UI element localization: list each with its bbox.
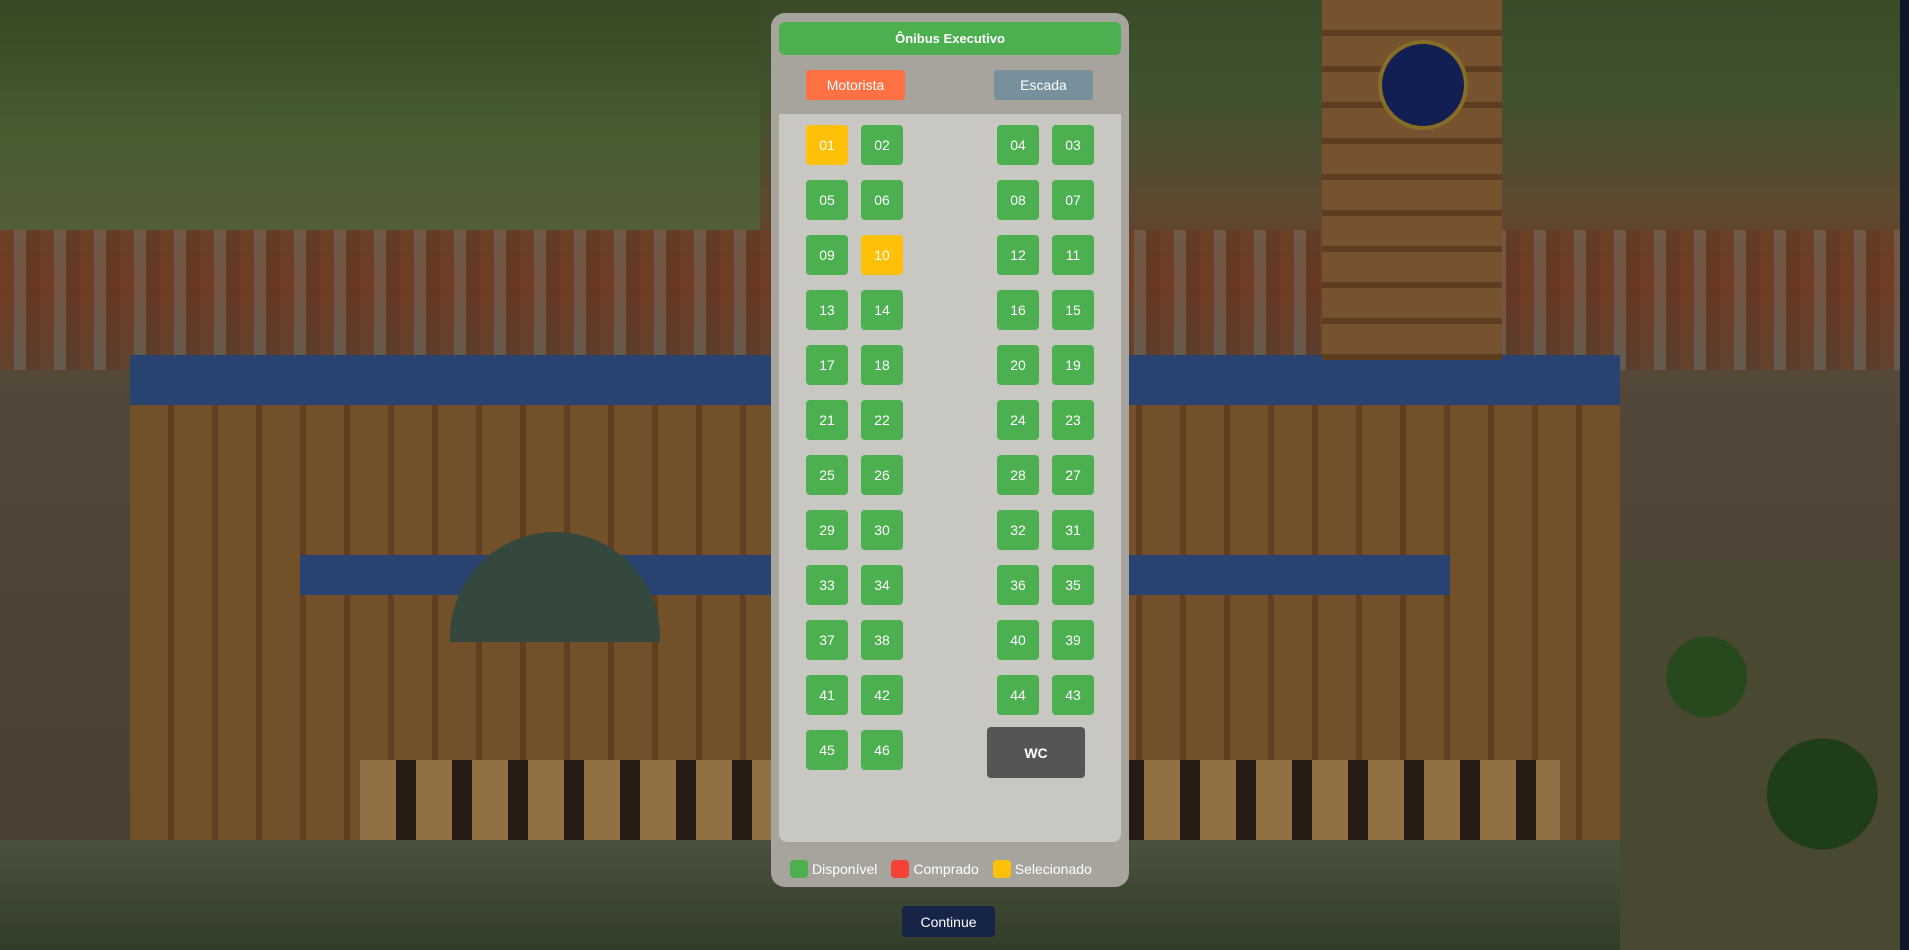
seat-19[interactable]: 19 [1052, 345, 1094, 385]
seat-43[interactable]: 43 [1052, 675, 1094, 715]
seat-33[interactable]: 33 [806, 565, 848, 605]
seat-31[interactable]: 31 [1052, 510, 1094, 550]
seat-10[interactable]: 10 [861, 235, 903, 275]
seat-27[interactable]: 27 [1052, 455, 1094, 495]
seat-06[interactable]: 06 [861, 180, 903, 220]
seat-35[interactable]: 35 [1052, 565, 1094, 605]
seat-01[interactable]: 01 [806, 125, 848, 165]
seat-44[interactable]: 44 [997, 675, 1039, 715]
seat-04[interactable]: 04 [997, 125, 1039, 165]
seat-39[interactable]: 39 [1052, 620, 1094, 660]
seat-11[interactable]: 11 [1052, 235, 1094, 275]
seat-07[interactable]: 07 [1052, 180, 1094, 220]
seat-12[interactable]: 12 [997, 235, 1039, 275]
legend-swatch-selected [992, 860, 1011, 878]
seat-05[interactable]: 05 [806, 180, 848, 220]
seat-42[interactable]: 42 [861, 675, 903, 715]
seat-09[interactable]: 09 [806, 235, 848, 275]
legend-label-purchased: Comprado [913, 861, 979, 877]
seat-14[interactable]: 14 [861, 290, 903, 330]
seat-28[interactable]: 28 [997, 455, 1039, 495]
seat-46[interactable]: 46 [861, 730, 903, 770]
seat-13[interactable]: 13 [806, 290, 848, 330]
seat-23[interactable]: 23 [1052, 400, 1094, 440]
seat-17[interactable]: 17 [806, 345, 848, 385]
seat-24[interactable]: 24 [997, 400, 1039, 440]
legend-label-available: Disponível [812, 861, 878, 877]
legend-label-selected: Selecionado [1014, 861, 1092, 877]
seat-25[interactable]: 25 [806, 455, 848, 495]
seat-30[interactable]: 30 [861, 510, 903, 550]
seat-18[interactable]: 18 [861, 345, 903, 385]
legend-swatch-purchased [891, 860, 910, 878]
seat-21[interactable]: 21 [806, 400, 848, 440]
seat-36[interactable]: 36 [997, 565, 1039, 605]
wc-block: WC [987, 727, 1085, 778]
seat-37[interactable]: 37 [806, 620, 848, 660]
seat-40[interactable]: 40 [997, 620, 1039, 660]
seat-26[interactable]: 26 [861, 455, 903, 495]
stairs-label: Escada [994, 70, 1093, 100]
legend-item-selected: Selecionado [992, 860, 1092, 878]
seat-29[interactable]: 29 [806, 510, 848, 550]
driver-label: Motorista [806, 70, 905, 100]
seat-45[interactable]: 45 [806, 730, 848, 770]
legend-item-purchased: Comprado [891, 860, 979, 878]
seat-20[interactable]: 20 [997, 345, 1039, 385]
seat-41[interactable]: 41 [806, 675, 848, 715]
seat-34[interactable]: 34 [861, 565, 903, 605]
seat-38[interactable]: 38 [861, 620, 903, 660]
continue-button[interactable]: Continue [902, 906, 995, 937]
seat-22[interactable]: 22 [861, 400, 903, 440]
seat-32[interactable]: 32 [997, 510, 1039, 550]
legend-swatch-available [790, 860, 808, 878]
seat-02[interactable]: 02 [861, 125, 903, 165]
legend-item-available: Disponível [790, 860, 877, 878]
seat-15[interactable]: 15 [1052, 290, 1094, 330]
seat-16[interactable]: 16 [997, 290, 1039, 330]
seat-legend: Disponível Comprado Selecionado [790, 859, 1092, 879]
seat-08[interactable]: 08 [997, 180, 1039, 220]
bus-title: Ônibus Executivo [779, 22, 1121, 55]
seat-03[interactable]: 03 [1052, 125, 1094, 165]
